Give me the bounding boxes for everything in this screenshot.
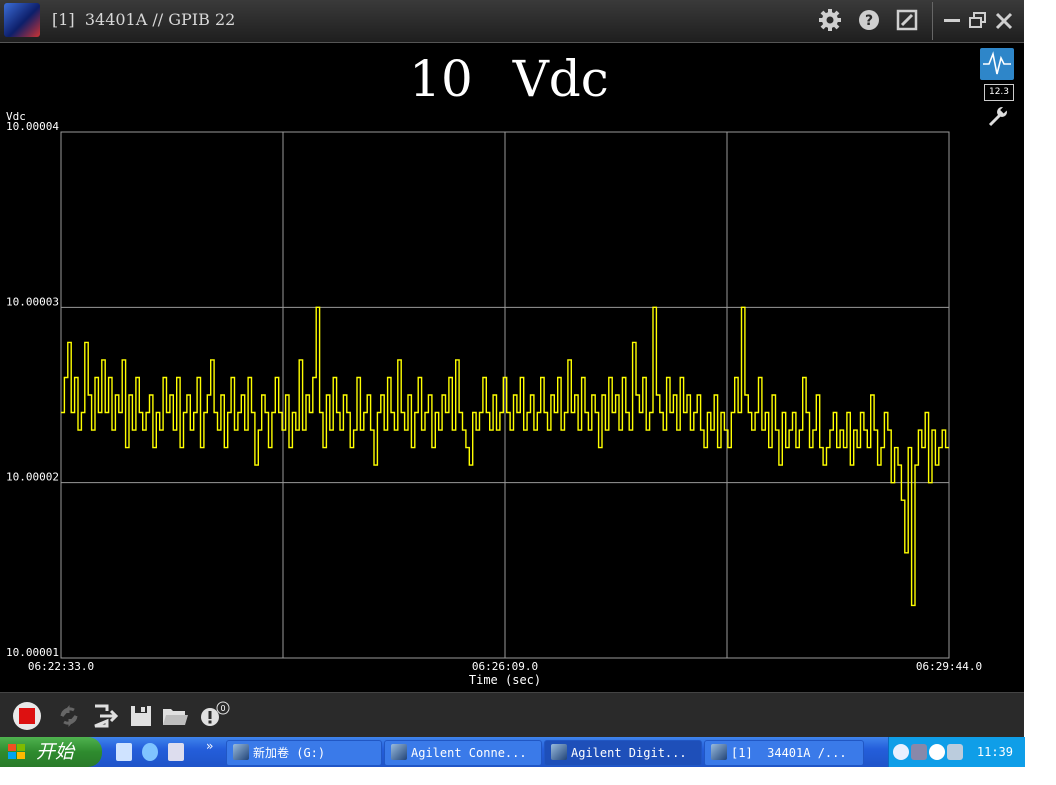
- alert-count: 0: [220, 704, 225, 713]
- window-title: [1] 34401A // GPIB 22: [52, 10, 236, 29]
- app-logo-icon: [4, 3, 40, 37]
- help-icon[interactable]: ?: [857, 8, 881, 32]
- taskbar-item-drive[interactable]: 新加卷 (G:): [226, 740, 382, 766]
- title-bar: [1] 34401A // GPIB 22 ?: [0, 0, 1024, 43]
- primary-reading: 10 Vdc: [409, 50, 609, 108]
- measurement-display: Vdc 10.00004 10.00003 10.00002 10.00001 06:22…: [4, 44, 1018, 692]
- settings-gear-icon[interactable]: [818, 8, 842, 32]
- x-tick-label: 06:22:33.0: [28, 660, 94, 673]
- refresh-icon[interactable]: [54, 701, 84, 731]
- y-tick-label: 10.00003: [6, 295, 59, 308]
- meter-app-icon: [711, 744, 727, 760]
- y-tick-label: 10.00001: [6, 646, 59, 659]
- trend-chart: Vdc10.0000410.0000310.0000210.0000106:22…: [6, 110, 982, 687]
- restore-icon[interactable]: [966, 8, 990, 32]
- close-icon[interactable]: [992, 8, 1016, 32]
- edit-box-icon[interactable]: [895, 8, 919, 32]
- svg-text:?: ?: [865, 13, 873, 29]
- wrench-icon[interactable]: [986, 104, 1010, 128]
- trend-view-icon[interactable]: [980, 48, 1014, 80]
- agilent-digital-icon: [551, 744, 567, 760]
- tray-network-icon[interactable]: [947, 744, 963, 760]
- quicklaunch-chevron[interactable]: »: [206, 739, 213, 753]
- quicklaunch-ie-icon[interactable]: [142, 743, 158, 761]
- save-icon[interactable]: [126, 701, 156, 731]
- export-icon[interactable]: [90, 701, 120, 731]
- alert-counter-icon[interactable]: 0: [198, 701, 230, 731]
- x-axis-label: Time (sec): [469, 673, 541, 687]
- x-tick-label: 06:26:09.0: [472, 660, 538, 673]
- system-tray: 11:39: [888, 737, 1025, 767]
- numeric-view-badge[interactable]: 12.3: [984, 84, 1014, 101]
- record-stop-icon[interactable]: [12, 701, 42, 731]
- quicklaunch-browser-icon[interactable]: [116, 743, 132, 761]
- y-tick-label: 10.00004: [6, 120, 59, 133]
- os-taskbar: 开始 » 新加卷 (G:) Agilent Conne... Agilent D…: [0, 737, 1025, 767]
- open-folder-icon[interactable]: [160, 701, 190, 731]
- start-button[interactable]: 开始: [0, 737, 102, 767]
- bottom-toolbar: 0: [0, 692, 1024, 738]
- minimize-icon[interactable]: [940, 8, 964, 32]
- y-tick-label: 10.00002: [6, 471, 59, 484]
- system-clock: 11:39: [976, 745, 1013, 759]
- taskbar-item-agilent-digital[interactable]: Agilent Digit...: [544, 740, 702, 766]
- title-separator: [932, 2, 933, 40]
- x-tick-label: 06:29:44.0: [916, 660, 982, 673]
- start-label: 开始: [36, 741, 75, 763]
- app-window: [1] 34401A // GPIB 22 ? Vdc 10.00004 10.0: [0, 0, 1024, 738]
- tray-expand-icon[interactable]: [893, 744, 909, 760]
- taskbar-item-34401a[interactable]: [1] 34401A /...: [704, 740, 864, 766]
- drive-icon: [233, 744, 249, 760]
- agilent-connection-icon: [391, 744, 407, 760]
- tray-io-icon[interactable]: [929, 744, 945, 760]
- windows-flag-icon: [8, 744, 25, 759]
- tray-app-icon[interactable]: [911, 744, 927, 760]
- taskbar-item-agilent-connection[interactable]: Agilent Conne...: [384, 740, 542, 766]
- quicklaunch-calculator-icon[interactable]: [168, 743, 184, 761]
